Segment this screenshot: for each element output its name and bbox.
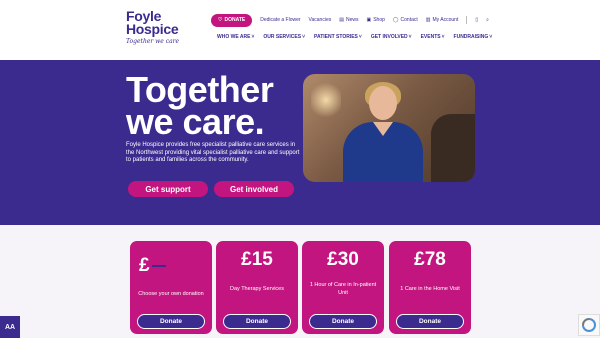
basket-icon[interactable]: ▯ xyxy=(475,17,478,23)
donation-card-30: £30 1 Hour of Care in In-patient Unit Do… xyxy=(302,241,384,334)
chevron-down-icon: ˅ xyxy=(251,34,255,40)
donate-button[interactable]: ♡ DONATE xyxy=(211,13,253,27)
get-involved-button[interactable]: Get involved xyxy=(214,181,294,197)
logo-tagline: Together we care xyxy=(126,38,180,45)
contact-label: Contact xyxy=(400,17,418,23)
my-account-label: My Account xyxy=(432,17,459,23)
nav-our-services[interactable]: OUR SERVICES ˅ xyxy=(263,34,305,40)
shop-link[interactable]: ▣ Shop xyxy=(366,17,384,23)
my-account-link[interactable]: ▥ My Account xyxy=(426,17,459,23)
news-link[interactable]: ▤ News xyxy=(339,17,358,23)
donate-label: DONATE xyxy=(224,17,246,23)
chevron-down-icon: ˅ xyxy=(358,34,362,40)
nav-get-involved[interactable]: GET INVOLVED ˅ xyxy=(371,34,412,40)
news-label: News xyxy=(345,17,359,23)
shop-icon: ▣ xyxy=(366,17,372,23)
divider xyxy=(466,16,468,24)
chevron-down-icon: ˅ xyxy=(441,34,445,40)
card-amount: £78 xyxy=(414,249,446,270)
recaptcha-icon xyxy=(582,318,596,332)
heart-icon: ♡ xyxy=(218,17,223,23)
card-description: Day Therapy Services xyxy=(229,286,284,292)
donate-button-15[interactable]: Donate xyxy=(223,314,291,329)
accessibility-button[interactable]: AA xyxy=(0,316,20,338)
photo-patient xyxy=(431,114,475,182)
photo-nurse-face xyxy=(369,86,397,120)
donate-button-30[interactable]: Donate xyxy=(309,314,377,329)
nav-label: WHO WE ARE xyxy=(217,34,251,40)
get-support-button[interactable]: Get support xyxy=(128,181,208,197)
search-icon[interactable]: ⌕ xyxy=(486,17,489,23)
nav-label: FUNDRAISING xyxy=(453,34,489,40)
hero-section: Together we care. Foyle Hospice provides… xyxy=(0,60,600,225)
nav-events[interactable]: EVENTS ˅ xyxy=(421,34,445,40)
donation-section xyxy=(0,225,600,338)
hero-description: Foyle Hospice provides free specialist p… xyxy=(126,142,300,163)
main-navigation: WHO WE ARE ˅ OUR SERVICES ˅ PATIENT STORIE… xyxy=(217,34,492,40)
foyle-hospice-logo[interactable]: Foyle Hospice Together we care xyxy=(126,9,186,45)
vacancies-link[interactable]: Vacancies xyxy=(309,17,332,23)
recaptcha-badge[interactable] xyxy=(578,314,600,336)
account-icon: ▥ xyxy=(425,17,431,23)
chevron-down-icon: ˅ xyxy=(302,34,305,40)
amount-input-line[interactable] xyxy=(151,264,166,267)
donation-card-custom: £ Choose your own donation Donate xyxy=(130,241,212,334)
card-amount-symbol: £ xyxy=(139,255,150,276)
utility-bar: ♡ DONATE Dedicate a Flower Vacancies ▤ N… xyxy=(211,13,489,27)
donate-button-78[interactable]: Donate xyxy=(396,314,464,329)
card-description: 1 Care in the Home Visit xyxy=(400,286,460,292)
card-amount: £ xyxy=(139,255,221,277)
donate-button-custom[interactable]: Donate xyxy=(137,314,205,329)
donation-card-78: £78 1 Care in the Home Visit Donate xyxy=(389,241,471,334)
donation-card-15: £15 Day Therapy Services Donate xyxy=(216,241,298,334)
chevron-down-icon: ˅ xyxy=(408,34,412,40)
chevron-down-icon: ˅ xyxy=(489,34,493,40)
hero-title: Together we care. xyxy=(126,69,274,142)
nav-label: GET INVOLVED xyxy=(370,34,408,40)
nav-patient-stories[interactable]: PATIENT STORIES ˅ xyxy=(314,34,362,40)
shop-label: Shop xyxy=(373,17,385,23)
dedicate-flower-link[interactable]: Dedicate a Flower xyxy=(260,17,300,23)
card-description: 1 Hour of Care in In-patient Unit xyxy=(309,282,377,296)
nav-label: OUR SERVICES xyxy=(263,34,302,40)
contact-link[interactable]: ◯ Contact xyxy=(393,17,418,23)
nav-label: PATIENT STORIES xyxy=(313,34,358,40)
nurse-photo xyxy=(303,74,475,182)
card-description: Choose your own donation xyxy=(138,291,204,297)
contact-icon: ◯ xyxy=(392,17,399,23)
card-amount: £30 xyxy=(327,249,359,270)
photo-lamp xyxy=(311,80,341,120)
nav-label: EVENTS xyxy=(420,34,441,40)
site-header: Foyle Hospice Together we care ♡ DONATE … xyxy=(0,0,600,60)
nav-who-we-are[interactable]: WHO WE ARE ˅ xyxy=(217,34,254,40)
news-icon: ▤ xyxy=(339,17,344,23)
card-amount: £15 xyxy=(241,249,273,270)
nav-fundraising[interactable]: FUNDRAISING ˅ xyxy=(454,34,493,40)
logo-line-2: Hospice xyxy=(126,21,179,37)
